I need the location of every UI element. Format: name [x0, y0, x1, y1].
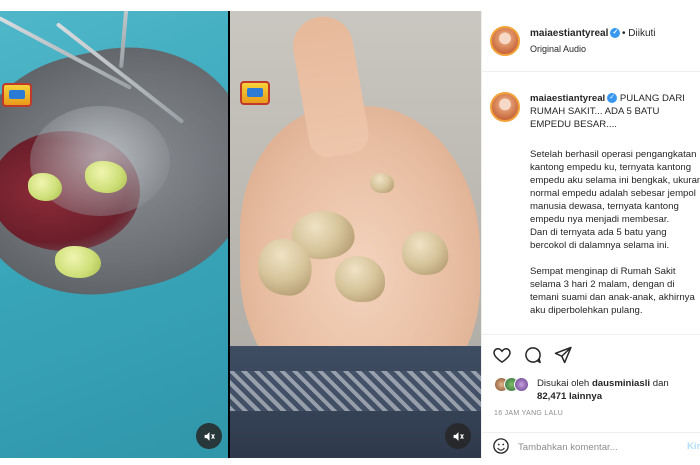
caption-paragraph: Sempat menginap di Rumah Sakit selama 3 …: [530, 266, 695, 316]
caption-title: maiaestiantyreal ✓ PULANG DARI RUMAH SAKI…: [530, 92, 700, 131]
likes-suffix[interactable]: lainnya: [569, 391, 602, 402]
emoji-icon[interactable]: [492, 437, 510, 455]
sound-toggle-button[interactable]: [196, 423, 222, 449]
gallstone: [28, 173, 62, 201]
avatar[interactable]: [490, 92, 520, 122]
media-panel-surgery[interactable]: [0, 11, 228, 458]
post-header: maiaestiantyreal ✓ • Diikuti Original Aud…: [482, 11, 700, 72]
separator: •: [622, 28, 626, 39]
caption-username[interactable]: maiaestiantyreal: [530, 93, 605, 104]
verified-badge-icon: ✓: [610, 28, 621, 39]
liked-prefix: Disukai oleh: [537, 378, 590, 389]
watermark-logo: [2, 83, 32, 107]
heart-icon[interactable]: [492, 345, 512, 365]
post-timestamp[interactable]: 16 JAM YANG LALU: [494, 410, 563, 417]
follow-button[interactable]: Diikuti: [628, 28, 655, 39]
avatar: [514, 377, 529, 392]
watermark-logo: [240, 81, 270, 105]
sleeve-pattern: [230, 371, 481, 411]
media-panel-hand[interactable]: [230, 11, 481, 458]
liker-avatars[interactable]: [494, 377, 534, 393]
audio-link[interactable]: Original Audio: [530, 44, 586, 54]
avatar[interactable]: [490, 26, 520, 56]
action-bar: Disukai oleh dausminiasli dan 82,471 lai…: [482, 334, 700, 458]
gallstone: [85, 161, 127, 193]
comment-input[interactable]: [518, 439, 688, 455]
speaker-icon: [453, 431, 464, 441]
liker-username[interactable]: dausminiasli: [592, 378, 650, 389]
comment-icon[interactable]: [523, 345, 543, 365]
liked-and: dan: [652, 378, 669, 389]
username-text[interactable]: maiaestiantyreal: [530, 28, 608, 39]
gallstone: [370, 173, 394, 193]
follow-status[interactable]: • Diikuti: [622, 28, 656, 39]
caption-paragraph: Setelah berhasil operasi pengangkatan ka…: [530, 149, 700, 251]
sound-toggle-button[interactable]: [445, 423, 471, 449]
comment-row: Kirim: [482, 432, 700, 459]
send-icon[interactable]: [553, 345, 573, 365]
username-link[interactable]: maiaestiantyreal ✓: [530, 28, 621, 39]
caption-area: maiaestiantyreal ✓ PULANG DARI RUMAH SAKI…: [482, 72, 700, 334]
likes-count[interactable]: 82,471: [537, 391, 566, 402]
speaker-icon: [204, 431, 215, 441]
post-sidebar: maiaestiantyreal ✓ • Diikuti Original Aud…: [481, 11, 700, 458]
caption-body: Setelah berhasil operasi pengangkatan ka…: [530, 148, 700, 330]
post-media[interactable]: [0, 11, 481, 458]
post-comment-button[interactable]: Kirim: [687, 441, 700, 452]
verified-badge-icon: ✓: [607, 93, 618, 104]
gallstone: [55, 246, 101, 278]
likes-summary: Disukai oleh dausminiasli dan 82,471 lai…: [537, 377, 697, 403]
